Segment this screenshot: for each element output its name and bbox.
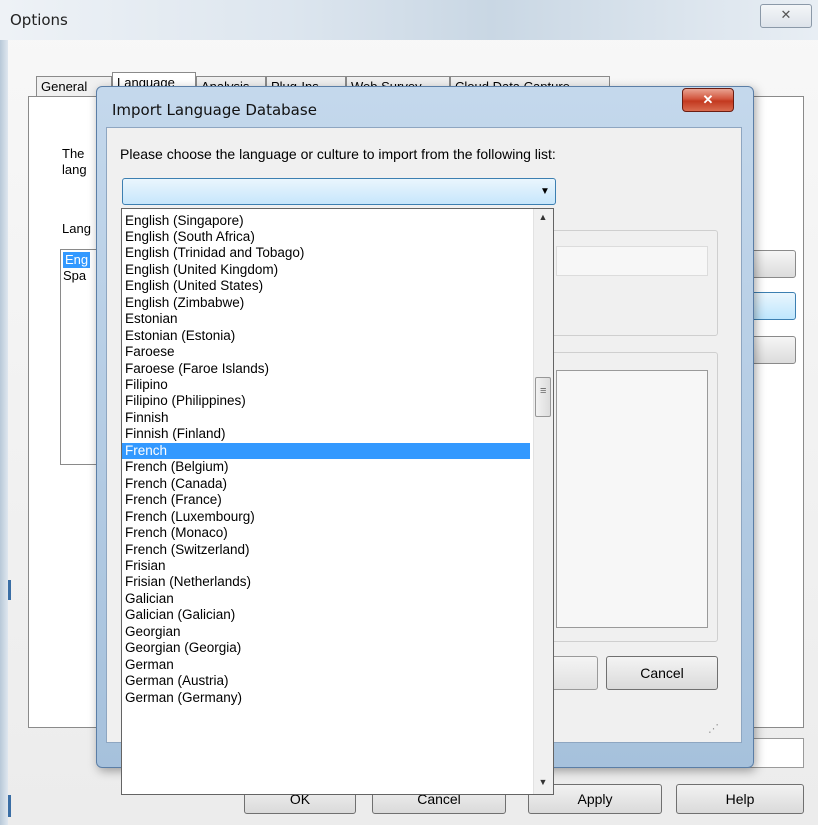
dropdown-item[interactable]: French (Belgium) [122, 459, 530, 475]
resize-grip-icon[interactable]: ⋰ [708, 722, 719, 735]
list-item[interactable]: Spa [63, 268, 86, 284]
dropdown-item[interactable]: Finnish [122, 410, 530, 426]
dialog-close-button[interactable]: ✕ [682, 88, 734, 112]
dropdown-item[interactable]: Filipino [122, 377, 530, 393]
dropdown-item[interactable]: French (Canada) [122, 476, 530, 492]
list-item[interactable]: Eng [63, 252, 91, 268]
grip-lines-icon: ≡ [540, 385, 547, 397]
dialog-cancel-button[interactable]: Cancel [606, 656, 718, 690]
dropdown-item[interactable]: English (Zimbabwe) [122, 295, 530, 311]
options-title: Options [10, 11, 68, 29]
dropdown-item[interactable]: Faroese [122, 344, 530, 360]
scrollbar-thumb[interactable] [535, 377, 551, 417]
dropdown-item[interactable]: English (Singapore) [122, 213, 530, 229]
dropdown-item[interactable]: Estonian (Estonia) [122, 328, 530, 344]
dropdown-item[interactable]: Finnish (Finland) [122, 426, 530, 442]
scroll-down-icon[interactable]: ▼ [533, 777, 553, 787]
dropdown-item[interactable]: Faroese (Faroe Islands) [122, 361, 530, 377]
dialog-title: Import Language Database [112, 101, 317, 119]
dropdown-item[interactable]: Georgian (Georgia) [122, 640, 530, 656]
dropdown-item[interactable]: Frisian [122, 558, 530, 574]
scroll-up-icon[interactable]: ▲ [533, 212, 553, 222]
dropdown-item[interactable]: French (Luxembourg) [122, 509, 530, 525]
options-left-border [0, 40, 8, 825]
options-left-mark [8, 580, 11, 600]
dropdown-item[interactable]: French (Monaco) [122, 525, 530, 541]
dropdown-item[interactable]: German (Austria) [122, 673, 530, 689]
details-field [556, 246, 708, 276]
help-button[interactable]: Help [676, 784, 804, 814]
dropdown-item[interactable]: English (United Kingdom) [122, 262, 530, 278]
dropdown-item[interactable]: Estonian [122, 311, 530, 327]
language-combobox[interactable] [122, 178, 556, 205]
dropdown-scrollbar[interactable] [533, 209, 553, 794]
dropdown-item[interactable]: Filipino (Philippines) [122, 393, 530, 409]
dropdown-item[interactable]: Frisian (Netherlands) [122, 574, 530, 590]
dropdown-item[interactable]: English (Trinidad and Tobago) [122, 245, 530, 261]
languages-label: Lang [62, 221, 91, 236]
dialog-prompt: Please choose the language or culture to… [120, 146, 556, 162]
dropdown-item[interactable]: Galician (Galician) [122, 607, 530, 623]
options-left-mark-bottom [8, 795, 11, 817]
dropdown-item[interactable]: French (Switzerland) [122, 542, 530, 558]
dropdown-item[interactable]: French [122, 443, 530, 459]
dropdown-item[interactable]: French (France) [122, 492, 530, 508]
dropdown-item[interactable]: English (South Africa) [122, 229, 530, 245]
options-close-button[interactable]: ✕ [760, 4, 812, 28]
dropdown-item[interactable]: German (Germany) [122, 690, 530, 706]
preview-box [556, 370, 708, 628]
dropdown-item[interactable]: German [122, 657, 530, 673]
dropdown-item[interactable]: Georgian [122, 624, 530, 640]
language-dropdown-list[interactable]: English (Singapore) English (South Africa… [121, 208, 554, 795]
dropdown-item[interactable]: Galician [122, 591, 530, 607]
options-titlebar [0, 0, 818, 40]
chevron-down-icon[interactable]: ▼ [540, 186, 550, 197]
dropdown-item[interactable]: English (United States) [122, 278, 530, 294]
